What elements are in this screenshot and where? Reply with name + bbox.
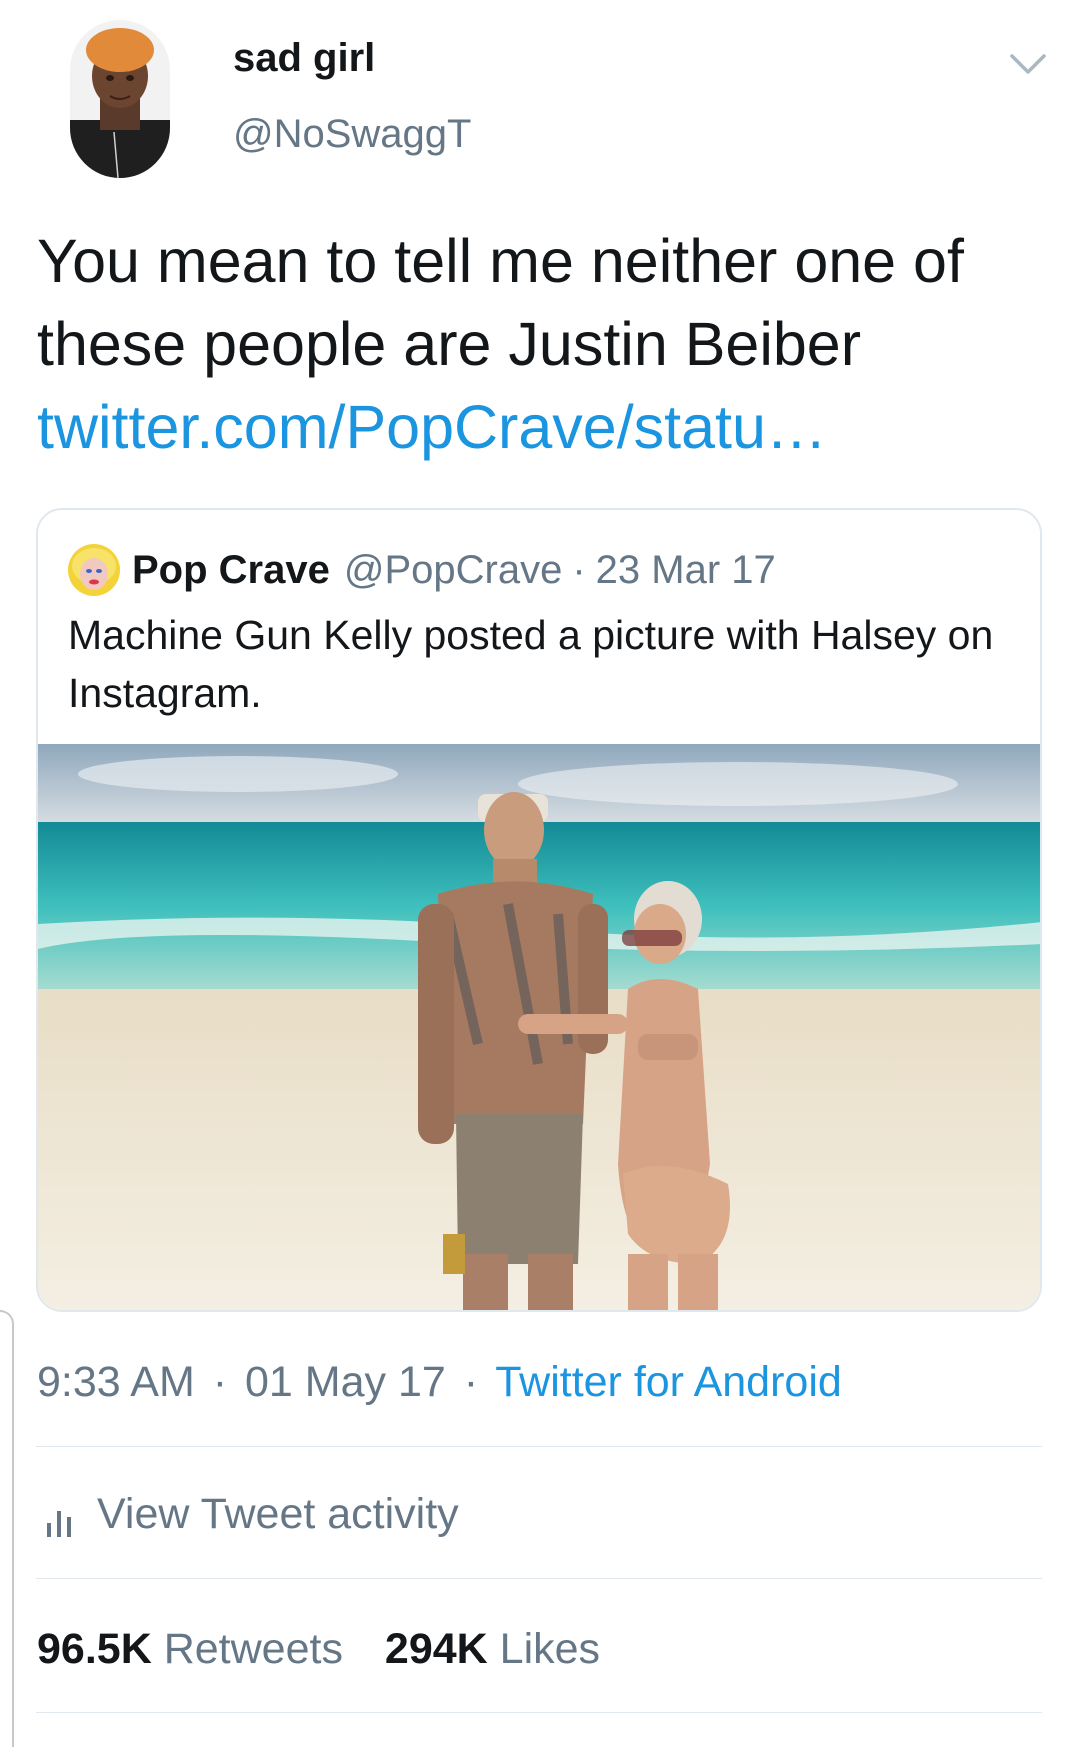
retweets-stat[interactable]: 96.5K Retweets — [37, 1625, 343, 1673]
quoted-date[interactable]: 23 Mar 17 — [596, 548, 776, 593]
quoted-display-name[interactable]: Pop Crave — [132, 548, 330, 593]
tweet-source-link[interactable]: Twitter for Android — [495, 1358, 842, 1406]
tweet-text: You mean to tell me neither one of these… — [37, 220, 1047, 469]
tweet-link[interactable]: twitter.com/PopCrave/statu… — [37, 393, 827, 461]
quoted-tweet-card[interactable]: Pop Crave @PopCrave · 23 Mar 17 Machine … — [36, 508, 1042, 1312]
screen-edge — [0, 1310, 14, 1747]
retweets-label: Retweets — [163, 1625, 343, 1673]
tweet-time[interactable]: 9:33 AM — [37, 1358, 195, 1406]
divider — [36, 1578, 1042, 1579]
bar-chart-icon — [47, 1499, 71, 1537]
tweet-meta: 9:33 AM · 01 May 17 · Twitter for Androi… — [37, 1358, 842, 1407]
quoted-tweet-header: Pop Crave @PopCrave · 23 Mar 17 — [68, 544, 776, 596]
likes-count: 294K — [384, 1625, 488, 1673]
view-tweet-activity-button[interactable]: View Tweet activity — [37, 1490, 459, 1539]
likes-label: Likes — [499, 1625, 601, 1673]
retweets-count: 96.5K — [37, 1625, 152, 1673]
likes-stat[interactable]: 294K Likes — [385, 1625, 600, 1673]
divider — [36, 1712, 1042, 1713]
meta-separator: · — [572, 547, 586, 592]
tweet-date[interactable]: 01 May 17 — [245, 1358, 446, 1406]
meta-separator: · — [212, 1358, 228, 1406]
quoted-handle[interactable]: @PopCrave — [344, 548, 562, 593]
view-tweet-activity-label: View Tweet activity — [97, 1490, 459, 1538]
tweet-body: You mean to tell me neither one of these… — [37, 227, 964, 378]
quoted-tweet-text: Machine Gun Kelly posted a picture with … — [68, 612, 994, 716]
quoted-avatar[interactable] — [68, 544, 120, 596]
user-handle[interactable]: @NoSwaggT — [233, 112, 471, 157]
chevron-down-icon[interactable] — [1008, 50, 1048, 78]
tweet-stats: 96.5K Retweets 294K Likes — [37, 1625, 630, 1674]
meta-separator: · — [463, 1358, 479, 1406]
divider — [36, 1446, 1042, 1447]
quoted-tweet-image[interactable] — [38, 744, 1040, 1310]
display-name[interactable]: sad girl — [233, 36, 375, 81]
avatar[interactable] — [70, 20, 170, 178]
